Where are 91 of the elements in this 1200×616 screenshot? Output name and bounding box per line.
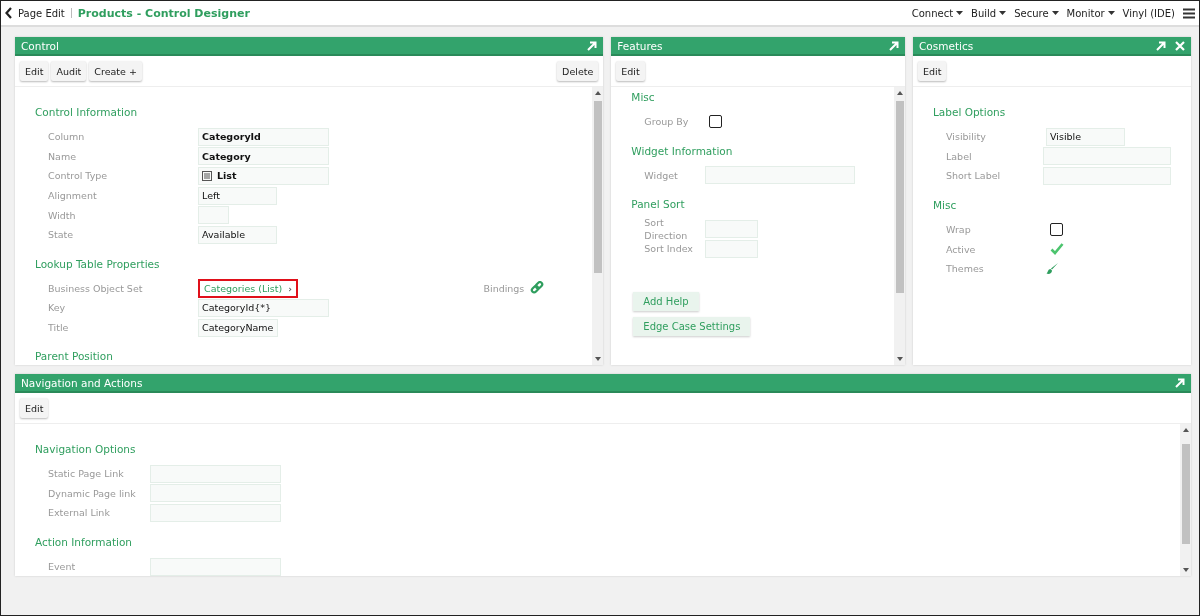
input-field[interactable] xyxy=(1043,167,1171,185)
toolbar-button[interactable]: Audit xyxy=(51,61,87,81)
section-title: Parent Position xyxy=(35,350,114,363)
section-title: Action Information xyxy=(35,535,133,548)
link-icon xyxy=(530,281,545,296)
page-title: Products - Control Designer xyxy=(77,6,250,20)
input-field[interactable]: CategoryId{*} xyxy=(198,298,329,317)
field-label: Control Type xyxy=(47,170,109,182)
expand-icon[interactable] xyxy=(1175,377,1185,388)
input-field[interactable]: Available xyxy=(198,225,277,244)
checkbox[interactable] xyxy=(1049,242,1064,257)
input-field[interactable] xyxy=(150,484,281,503)
list-icon xyxy=(202,171,212,181)
scrollbar[interactable] xyxy=(894,87,905,365)
section-title: Label Options xyxy=(933,106,1007,118)
field-label: Key xyxy=(47,302,67,314)
field-label: Dynamic Page link xyxy=(47,487,137,499)
back-link[interactable]: Page Edit xyxy=(5,7,65,19)
caret-icon xyxy=(1107,11,1115,15)
field-label: Title xyxy=(47,322,70,334)
section-title: Panel Sort xyxy=(631,198,686,211)
field-label: Label xyxy=(945,150,973,162)
toolbar-button[interactable]: Delete xyxy=(557,61,599,81)
panel-title: Control xyxy=(21,39,59,52)
field-label: Business Object Set xyxy=(47,282,144,294)
nav-menu[interactable]: Connect xyxy=(911,7,964,19)
back-icon xyxy=(5,7,13,19)
input-field[interactable]: Visible xyxy=(1046,127,1125,146)
expand-icon[interactable] xyxy=(1156,40,1166,51)
field-label: Group By xyxy=(643,115,690,129)
panel-title: Cosmetics xyxy=(919,39,974,52)
bindings-label: Bindings xyxy=(483,282,525,294)
field-label: Active xyxy=(945,243,977,255)
section-title: Lookup Table Properties xyxy=(35,257,161,270)
expand-icon[interactable] xyxy=(889,40,899,51)
toolbar-button[interactable]: Edit xyxy=(616,61,645,81)
caret-icon xyxy=(1051,11,1059,15)
input-field[interactable]: List xyxy=(198,167,329,185)
field-label: Sort Index xyxy=(643,242,694,256)
input-field[interactable] xyxy=(705,220,759,238)
checkbox[interactable] xyxy=(709,115,723,129)
caret-icon xyxy=(999,11,1007,15)
panel-title: Navigation and Actions xyxy=(21,376,143,389)
brush-icon xyxy=(1046,262,1059,276)
input-field[interactable] xyxy=(150,557,281,576)
input-field[interactable]: Left xyxy=(198,186,277,205)
checkbox[interactable] xyxy=(1050,223,1063,237)
field-label: Alignment xyxy=(47,190,98,202)
input-field[interactable]: CategoryId xyxy=(198,127,329,146)
section-title: Control Information xyxy=(35,106,139,118)
input-field[interactable] xyxy=(150,464,281,483)
toolbar-button[interactable]: Edit xyxy=(20,398,49,418)
input-field[interactable] xyxy=(198,206,229,225)
nav-menu[interactable]: Build xyxy=(971,7,1007,19)
section-title: Navigation Options xyxy=(35,443,137,455)
field-label: Static Page Link xyxy=(47,468,125,480)
field-label: Wrap xyxy=(945,224,972,236)
input-field[interactable] xyxy=(1043,147,1171,166)
close-icon[interactable] xyxy=(1175,40,1185,51)
nav-menu[interactable]: Secure xyxy=(1014,7,1059,19)
expand-icon[interactable] xyxy=(587,40,598,51)
input-field[interactable]: Category xyxy=(198,147,329,166)
field-label: Width xyxy=(47,209,77,221)
field-label: Column xyxy=(47,131,86,143)
section-title: Misc xyxy=(933,198,958,211)
field-label: Event xyxy=(47,561,77,573)
toolbar-button[interactable]: Create + xyxy=(89,61,142,81)
scrollbar[interactable] xyxy=(1180,424,1191,577)
field-label: Widget xyxy=(643,168,679,182)
field-label: Sort Direction xyxy=(643,216,689,242)
field-label: State xyxy=(47,229,75,241)
field-label: Visibility xyxy=(945,131,987,143)
input-field[interactable] xyxy=(150,504,281,522)
menu-icon[interactable] xyxy=(1183,7,1195,19)
caret-icon xyxy=(956,11,964,15)
scrollbar[interactable] xyxy=(592,87,604,365)
nav-menu[interactable]: Vinyl (IDE) xyxy=(1122,7,1175,19)
toolbar-button[interactable]: Edit xyxy=(918,61,947,81)
panel-title: Features xyxy=(617,39,663,52)
field-label: Name xyxy=(47,150,78,162)
input-field[interactable]: CategoryName xyxy=(198,318,279,337)
toolbar-button[interactable]: Edit xyxy=(20,61,49,81)
nav-menu[interactable]: Monitor xyxy=(1066,7,1115,19)
field-label: Themes xyxy=(945,263,985,275)
section-title: Widget Information xyxy=(631,144,734,157)
input-field[interactable] xyxy=(705,239,759,258)
section-title: Misc xyxy=(631,91,656,103)
input-field[interactable] xyxy=(705,166,856,185)
field-label: Short Label xyxy=(945,170,1002,182)
lookup-link[interactable]: Categories (List) › xyxy=(198,278,299,298)
field-label: External Link xyxy=(47,507,111,519)
